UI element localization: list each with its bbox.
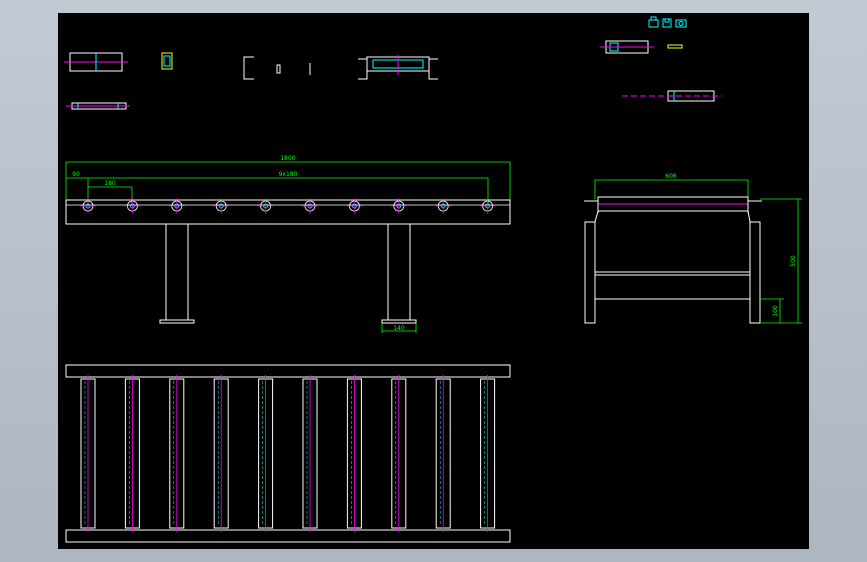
- detail-roller-2: [600, 40, 683, 54]
- print-icon[interactable]: [648, 16, 659, 28]
- dim-low-label: 100: [772, 305, 779, 317]
- top-roller: [258, 375, 274, 532]
- camera-icon[interactable]: [675, 19, 687, 28]
- cad-drawing: 1800 90 180 9x180 140 606 500 100: [64, 16, 802, 543]
- detail-channel: [243, 56, 311, 80]
- front-leg-right: [381, 223, 417, 324]
- detail-bracket-1: [161, 52, 173, 70]
- dim-pitch-chain-label: 9x180: [279, 171, 298, 178]
- top-roller: [302, 375, 318, 532]
- dim-overall-label: 1800: [280, 155, 295, 162]
- dim-base-label: 140: [393, 325, 405, 332]
- front-leg-left: [159, 223, 195, 324]
- save-icon[interactable]: [662, 18, 672, 28]
- dim-pitch-label: 180: [104, 180, 116, 187]
- top-roller: [80, 375, 96, 532]
- top-roller: [391, 375, 407, 532]
- dim-width-label: 606: [665, 173, 677, 180]
- detail-roller-1: [64, 52, 128, 72]
- front-view: 1800 90 180 9x180 140: [65, 155, 511, 333]
- top-roller: [169, 375, 185, 532]
- top-roller: [435, 375, 451, 532]
- top-roller: [213, 375, 229, 532]
- top-roller: [124, 375, 140, 532]
- drawing-sheet: 1800 90 180 9x180 140 606 500 100: [58, 13, 809, 549]
- top-roller: [480, 375, 496, 532]
- side-roller: [584, 196, 762, 213]
- dim-height-label: 500: [790, 255, 797, 267]
- dimension-chain: [66, 177, 489, 205]
- detail-roller-3: [622, 90, 722, 102]
- dimension-overall: [65, 161, 511, 201]
- side-view: 606 500 100: [584, 173, 802, 324]
- side-frame: [584, 210, 761, 324]
- top-view: [65, 364, 511, 543]
- top-roller: [346, 375, 362, 532]
- dim-offset-label: 90: [72, 171, 80, 178]
- cad-viewer: 1800 90 180 9x180 140 606 500 100: [0, 0, 867, 562]
- dimension-width: [594, 179, 749, 199]
- detail-shaft: [66, 102, 130, 110]
- detail-roller-assembly: [358, 55, 438, 80]
